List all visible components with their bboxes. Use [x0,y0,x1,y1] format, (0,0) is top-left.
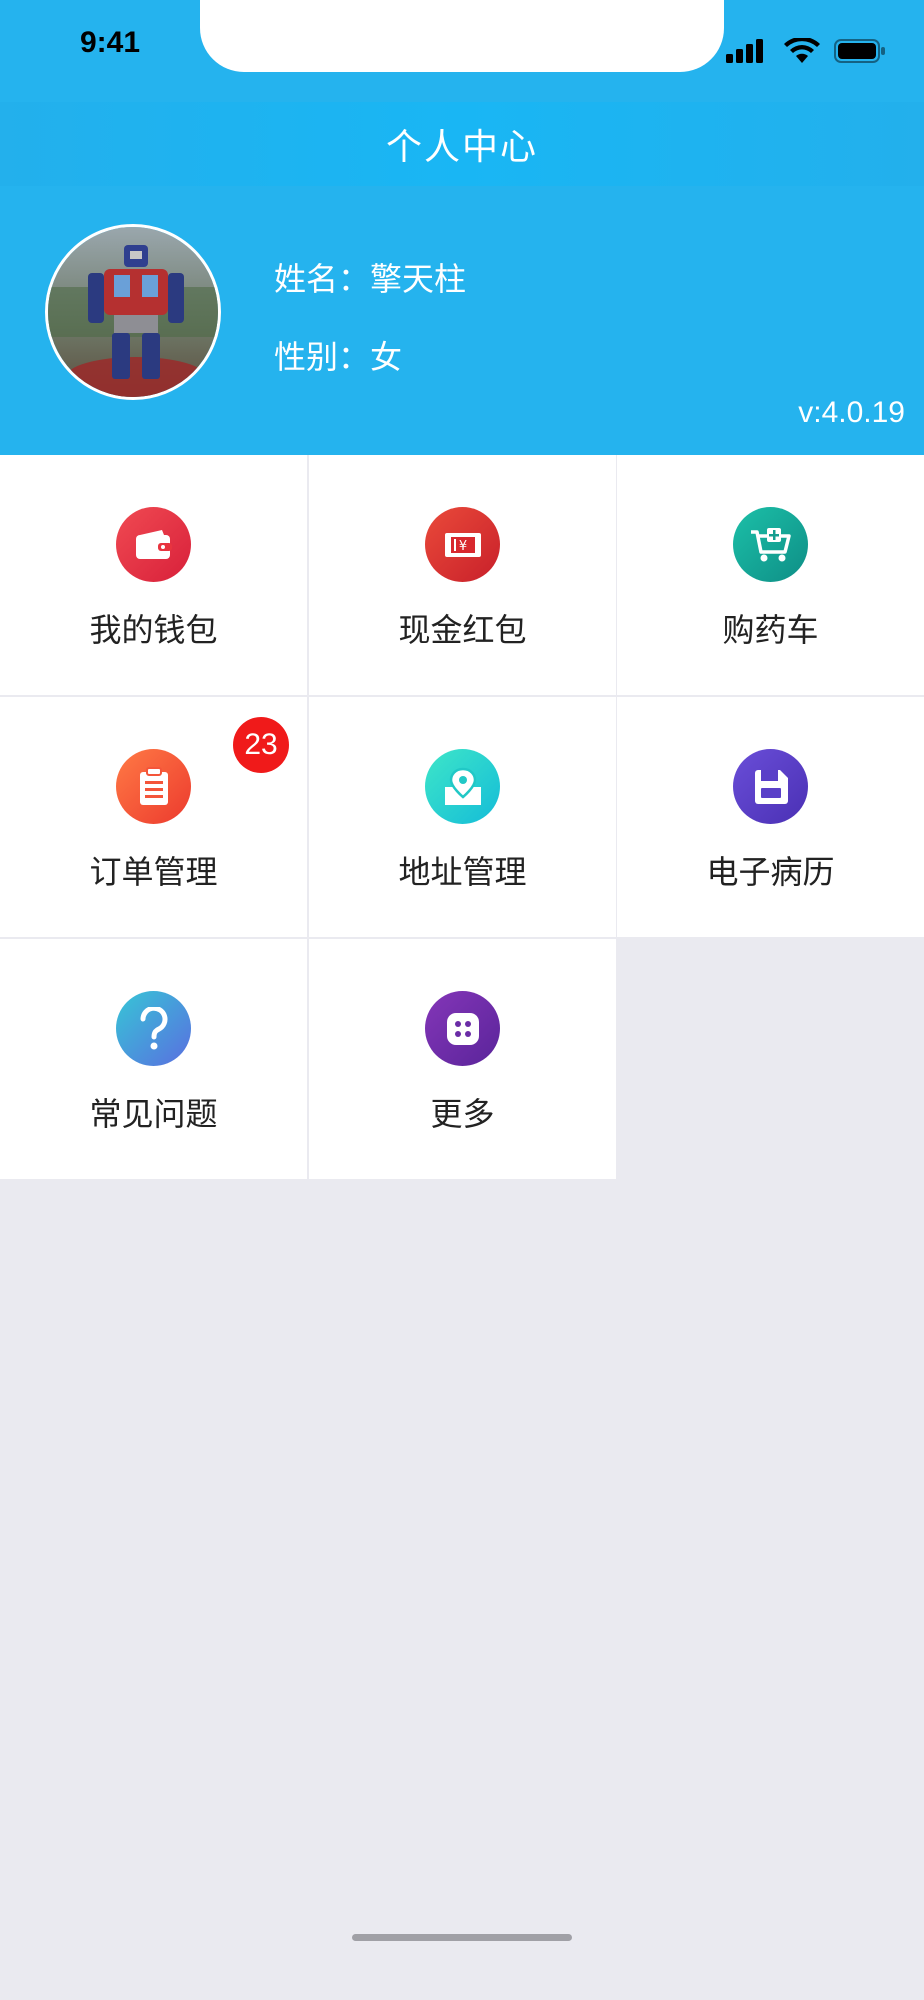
robot-photo-icon [48,227,218,397]
menu-item-label: 订单管理 [89,853,218,891]
status-icons [726,36,886,68]
cellular-signal-icon [726,39,770,67]
wifi-icon [784,36,820,68]
menu-item-faq[interactable]: 常见问题 [0,939,307,1179]
menu-item-more[interactable]: 更多 [309,939,616,1179]
svg-text:¥: ¥ [458,539,466,554]
gender-row: 性别： 女 [274,332,402,378]
gender-value: 女 [370,338,403,376]
more-icon [425,991,500,1066]
menu-item-label: 购药车 [722,611,819,649]
personal-center-screen: 9:41 个人中心 姓名： 擎天柱 性别： 女 v:4.0.19 我的钱包 ¥ … [0,0,924,2000]
status-time: 9:41 [80,26,141,59]
home-indicator[interactable] [352,1934,572,1941]
battery-icon [834,39,886,67]
menu-item-label: 现金红包 [398,611,527,649]
page-title: 个人中心 [385,127,538,168]
menu-item-address-management[interactable]: 地址管理 [309,697,616,937]
menu-item-label: 电子病历 [706,853,835,891]
menu-item-wallet[interactable]: 我的钱包 [0,455,307,695]
wallet-icon [116,507,191,582]
name-value: 擎天柱 [370,260,467,298]
device-notch [200,0,724,72]
avatar[interactable] [45,224,221,400]
navigation-bar: 个人中心 [0,102,924,186]
question-icon [116,991,191,1066]
order-count-badge: 23 [233,717,289,773]
menu-item-medicine-cart[interactable]: 购药车 [617,455,924,695]
menu-item-label: 地址管理 [398,853,527,891]
name-label: 姓名： [274,260,371,298]
menu-item-label: 我的钱包 [89,611,218,649]
menu-item-label: 更多 [430,1095,495,1133]
menu-item-cash-red-envelope[interactable]: ¥ 现金红包 [309,455,616,695]
medical-record-icon [733,749,808,824]
menu-item-electronic-medical-record[interactable]: 电子病历 [617,697,924,937]
red-envelope-icon: ¥ [425,507,500,582]
medicine-cart-icon [733,507,808,582]
gender-label: 性别： [274,338,371,376]
name-row: 姓名： 擎天柱 [274,254,466,300]
app-version: v:4.0.19 [798,396,905,429]
location-pin-icon [425,749,500,824]
order-clipboard-icon [116,749,191,824]
menu-item-label: 常见问题 [89,1095,218,1133]
